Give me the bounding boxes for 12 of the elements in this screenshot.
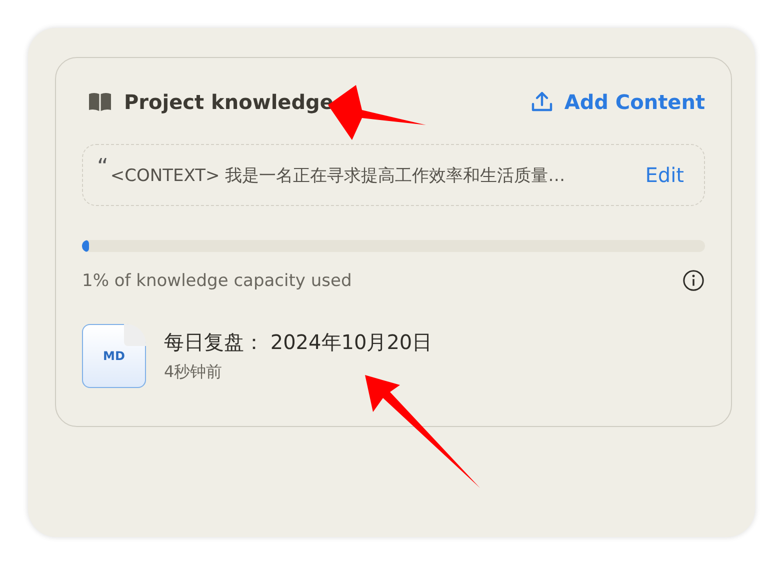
- info-icon[interactable]: [682, 269, 705, 292]
- section-title: Project knowledge: [124, 90, 334, 114]
- file-name[interactable]: 每日复盘： 2024年10月20日: [164, 329, 432, 356]
- edit-link[interactable]: Edit: [645, 163, 684, 187]
- capacity-caption: 1% of knowledge capacity used: [82, 270, 352, 290]
- upload-icon: [530, 90, 554, 114]
- add-content-button[interactable]: Add Content: [530, 90, 705, 114]
- file-icon[interactable]: MD: [82, 324, 146, 388]
- book-icon: [88, 92, 112, 112]
- instructions-text: <CONTEXT> 我是一名正在寻求提高工作效率和生活质量…: [110, 164, 566, 186]
- quote-mark: “: [97, 155, 108, 180]
- file-time: 4秒钟前: [164, 362, 224, 383]
